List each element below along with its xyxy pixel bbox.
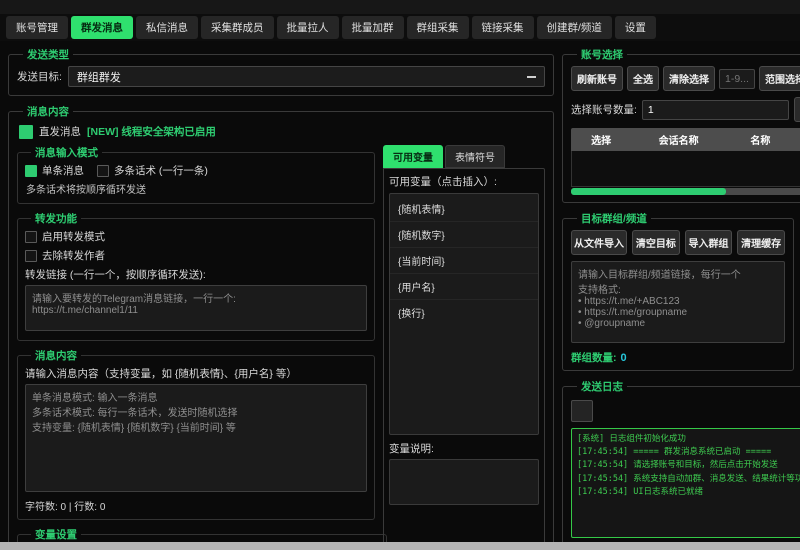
- variable-desc-box: [389, 459, 539, 505]
- send-log-legend: 发送日志: [577, 379, 627, 394]
- char-counter: 字符数: 0 | 行数: 0: [25, 498, 367, 513]
- log-line: [系统] 日志组件初始化成功: [577, 433, 800, 446]
- message-content-legend: 消息内容: [23, 104, 73, 119]
- tab-settings[interactable]: 设置: [615, 16, 656, 39]
- send-type-legend: 发送类型: [23, 47, 73, 62]
- tab-link-collect[interactable]: 链接采集: [472, 16, 534, 39]
- log-line: [17:45:54] ===== 群发消息系统已启动 =====: [577, 446, 800, 459]
- account-table-body: [571, 151, 800, 187]
- new-badge: [NEW] 线程安全架构已启用: [87, 124, 216, 139]
- variable-item-random-number[interactable]: {随机数字}: [390, 222, 538, 248]
- account-table-header: 选择 会话名称 名称 用户名: [571, 128, 800, 151]
- send-type-group: 发送类型 发送目标: 群组群发: [8, 47, 554, 96]
- tab-batch-invite[interactable]: 批量拉人: [277, 16, 339, 39]
- account-table-hscrollbar[interactable]: [571, 188, 800, 195]
- tab-available-variables[interactable]: 可用变量: [383, 145, 443, 168]
- refresh-accounts-button[interactable]: 刷新账号: [571, 66, 623, 91]
- send-target-label: 发送目标:: [17, 69, 62, 84]
- variable-item-username[interactable]: {用户名}: [390, 274, 538, 300]
- header-name[interactable]: 名称: [726, 128, 795, 151]
- count-select-button[interactable]: 按数量选择: [794, 97, 800, 122]
- content-label: 请输入消息内容（支持变量，如 {随机表情}、{用户名} 等）: [25, 366, 367, 381]
- multi-script-label: 多条话术 (一行一条): [114, 163, 208, 178]
- enable-forward-label: 启用转发模式: [42, 229, 105, 244]
- group-count-label: 群组数量:: [571, 350, 617, 365]
- target-links-textarea[interactable]: [571, 261, 785, 343]
- import-from-file-button[interactable]: 从文件导入: [571, 230, 627, 255]
- forward-legend: 转发功能: [31, 211, 81, 226]
- content-textarea[interactable]: [25, 384, 367, 492]
- enable-forward-checkbox[interactable]: [25, 231, 37, 243]
- variable-desc-label: 变量说明:: [389, 441, 539, 456]
- scrollbar-thumb[interactable]: [571, 188, 726, 195]
- input-mode-legend: 消息输入模式: [31, 145, 102, 160]
- log-line: [17:45:54] 系统支持自动加群、消息发送、结果统计等功能: [577, 473, 800, 486]
- forward-group: 转发功能 启用转发模式 去除转发作者 转发链接 (一行一个，按顺序循环发送):: [17, 211, 375, 341]
- main-tab-bar: 账号管理 群发消息 私信消息 采集群成员 批量拉人 批量加群 群组采集 链接采集…: [0, 14, 800, 41]
- send-target-value: 群组群发: [77, 69, 121, 85]
- target-group: 目标群组/频道 从文件导入 清空目标 导入群组 清理缓存 群组数量: 0: [562, 211, 794, 371]
- content-legend: 消息内容: [31, 348, 81, 363]
- variable-panel: 可用变量（点击插入）: {随机表情} {随机数字} {当前时间} {用户名} {…: [383, 168, 545, 550]
- header-session-name[interactable]: 会话名称: [631, 128, 726, 151]
- direct-send-checkbox[interactable]: [19, 125, 33, 139]
- remove-author-label: 去除转发作者: [42, 248, 105, 263]
- header-select[interactable]: 选择: [571, 128, 631, 151]
- forward-links-textarea[interactable]: [25, 285, 367, 331]
- single-message-label: 单条消息: [42, 163, 84, 178]
- tab-collect-members[interactable]: 采集群成员: [201, 16, 274, 39]
- log-toolbar-button[interactable]: [571, 400, 593, 422]
- window-title-strip: [0, 0, 800, 14]
- input-mode-hint: 多条话术将按顺序循环发送: [26, 181, 367, 196]
- tab-account-manage[interactable]: 账号管理: [6, 16, 68, 39]
- send-log-group: 发送日志 [系统] 日志组件初始化成功 [17:45:54] ===== 群发消…: [562, 379, 800, 544]
- variable-item-current-time[interactable]: {当前时间}: [390, 248, 538, 274]
- clear-selection-button[interactable]: 清除选择: [663, 66, 715, 91]
- dropdown-arrow-icon: [527, 76, 536, 78]
- account-select-group: 账号选择 刷新账号 全选 清除选择 范围选择 选择账号数量: 按数量选择 选择 …: [562, 47, 800, 203]
- variable-item-random-emoji[interactable]: {随机表情}: [390, 196, 538, 222]
- log-line: [17:45:54] 请选择账号和目标，然后点击开始发送: [577, 459, 800, 472]
- variable-list-label: 可用变量（点击插入）:: [389, 174, 539, 189]
- bottom-horizontal-scrollbar[interactable]: [0, 542, 800, 550]
- account-count-label: 选择账号数量:: [571, 102, 637, 117]
- variable-settings-legend: 变量设置: [31, 527, 81, 542]
- tab-emoji-symbols[interactable]: 表情符号: [445, 145, 505, 168]
- clear-targets-button[interactable]: 清空目标: [632, 230, 680, 255]
- send-target-select[interactable]: 群组群发: [68, 66, 545, 87]
- range-select-button[interactable]: 范围选择: [759, 66, 800, 91]
- tab-create-group[interactable]: 创建群/频道: [537, 16, 612, 39]
- variable-list: {随机表情} {随机数字} {当前时间} {用户名} {换行}: [389, 193, 539, 435]
- log-line: [17:45:54] UI日志系统已就绪: [577, 486, 800, 499]
- send-log-output[interactable]: [系统] 日志组件初始化成功 [17:45:54] ===== 群发消息系统已启…: [571, 428, 800, 538]
- single-message-radio[interactable]: [25, 165, 37, 177]
- message-content-group: 消息内容 直发消息 [NEW] 线程安全架构已启用 消息输入模式 单条消息 多条: [8, 104, 554, 550]
- tab-group-collect[interactable]: 群组采集: [407, 16, 469, 39]
- account-count-input[interactable]: [642, 100, 789, 120]
- range-input[interactable]: [719, 69, 755, 89]
- header-username[interactable]: 用户名: [795, 128, 800, 151]
- target-legend: 目标群组/频道: [577, 211, 651, 226]
- tab-mass-message[interactable]: 群发消息: [71, 16, 133, 39]
- import-groups-button[interactable]: 导入群组: [685, 230, 733, 255]
- input-mode-group: 消息输入模式 单条消息 多条话术 (一行一条) 多条话术将按顺序循环发送: [17, 145, 375, 204]
- variable-item-newline[interactable]: {换行}: [390, 300, 538, 325]
- account-select-legend: 账号选择: [577, 47, 627, 62]
- content-group: 消息内容 请输入消息内容（支持变量，如 {随机表情}、{用户名} 等） 字符数:…: [17, 348, 375, 520]
- select-all-button[interactable]: 全选: [627, 66, 659, 91]
- clear-cache-button[interactable]: 清理缓存: [737, 230, 785, 255]
- variable-tabbar: 可用变量 表情符号: [383, 145, 545, 168]
- tab-batch-join[interactable]: 批量加群: [342, 16, 404, 39]
- multi-script-radio[interactable]: [97, 165, 109, 177]
- direct-send-label: 直发消息: [39, 124, 81, 139]
- tab-private-message[interactable]: 私信消息: [136, 16, 198, 39]
- group-count-value: 0: [621, 352, 627, 364]
- forward-links-label: 转发链接 (一行一个，按顺序循环发送):: [25, 267, 367, 282]
- remove-author-checkbox[interactable]: [25, 250, 37, 262]
